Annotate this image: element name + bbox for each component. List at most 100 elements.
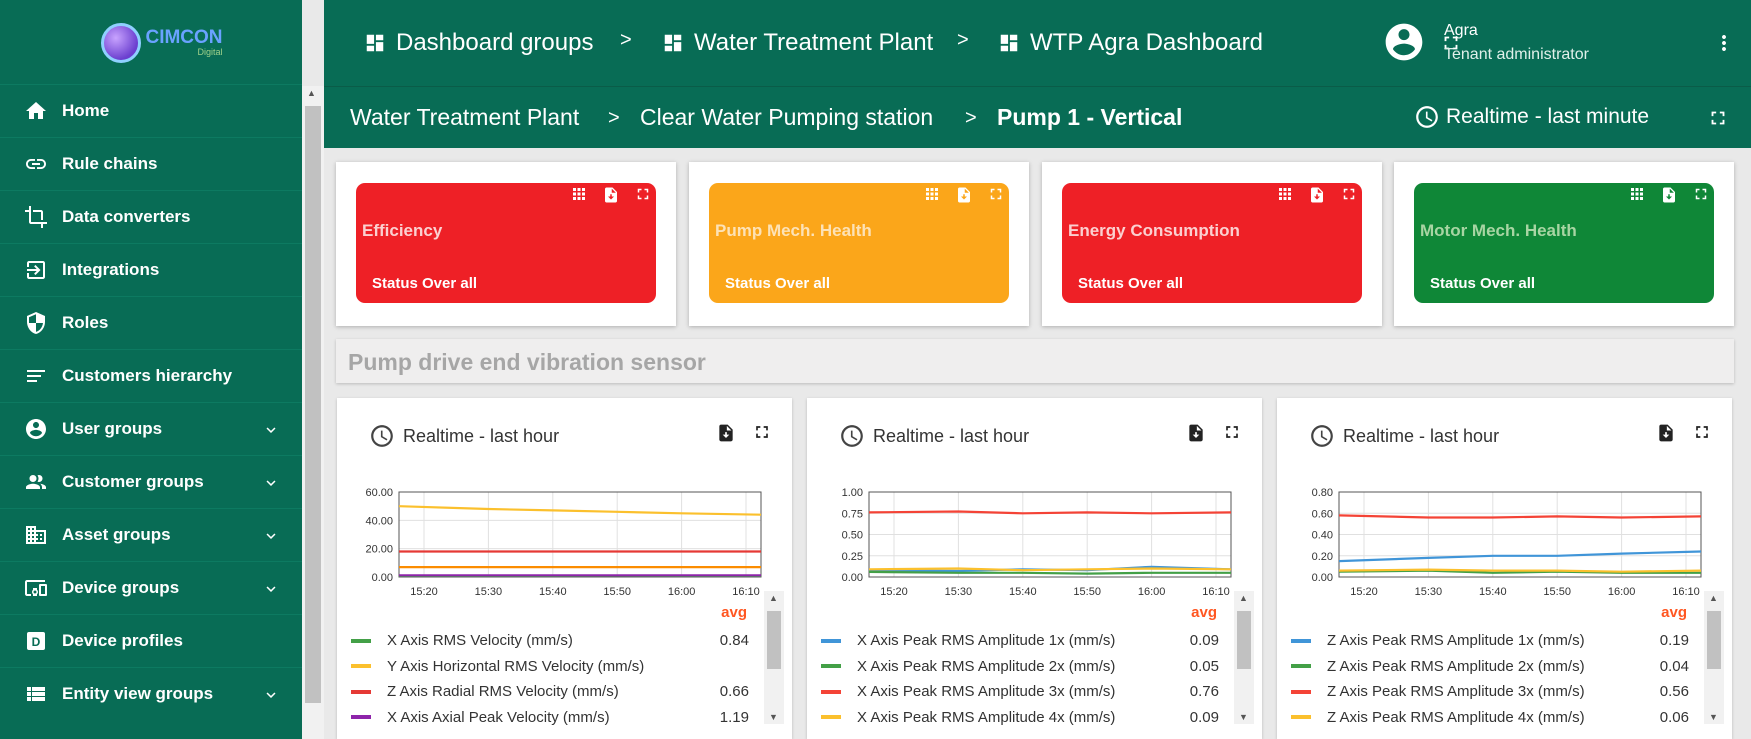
legend-scroll-thumb[interactable]: [1237, 611, 1251, 669]
sidebar-item-home[interactable]: Home: [0, 84, 302, 137]
sidebar-item-label: Customers hierarchy: [62, 366, 233, 385]
chevron-down-icon[interactable]: [262, 686, 280, 709]
chevron-down-icon[interactable]: [262, 580, 280, 603]
section-title: Pump drive end vibration sensor: [348, 349, 706, 375]
panel-timewindow[interactable]: Realtime - last hour: [1309, 423, 1499, 449]
legend-scroll-thumb[interactable]: [767, 611, 781, 669]
scroll-down-arrow[interactable]: ▼: [769, 712, 778, 722]
fullscreen-icon[interactable]: [987, 185, 1005, 203]
grid-icon[interactable]: [570, 185, 588, 203]
legend-item[interactable]: Z Axis Radial RMS Velocity (mm/s) 0.66: [351, 679, 749, 705]
grid-icon[interactable]: [1628, 185, 1646, 203]
panel-timewindow[interactable]: Realtime - last hour: [839, 423, 1029, 449]
chevron-down-icon[interactable]: [262, 527, 280, 550]
legend-scroll-thumb[interactable]: [1707, 611, 1721, 669]
legend-scrollbar[interactable]: ▲ ▼: [1704, 591, 1724, 724]
more-vert-icon[interactable]: [1712, 30, 1736, 56]
avg-column-header[interactable]: avg: [721, 604, 747, 621]
fullscreen-icon[interactable]: [752, 422, 772, 442]
grid-icon[interactable]: [923, 185, 941, 203]
x-tick-label: 16:00: [1138, 586, 1166, 598]
fullscreen-icon[interactable]: [1340, 185, 1358, 203]
status-indicator: Efficiency Status Over all: [356, 183, 656, 303]
state-crumb-water-treatment-plant[interactable]: Water Treatment Plant: [350, 104, 579, 131]
sidebar-item-asset-groups[interactable]: Asset groups: [0, 508, 302, 561]
scroll-up-arrow[interactable]: ▲: [1709, 593, 1718, 603]
sidebar-item-customers-hierarchy[interactable]: Customers hierarchy: [0, 349, 302, 402]
legend-swatch: [351, 638, 371, 643]
grid-icon[interactable]: [1276, 185, 1294, 203]
sidebar-scrollbar[interactable]: ▲: [302, 86, 324, 739]
legend-item[interactable]: X Axis Peak RMS Amplitude 2x (mm/s) 0.05: [821, 654, 1219, 680]
legend-item[interactable]: Z Axis Peak RMS Amplitude 3x (mm/s) 0.56: [1291, 679, 1689, 705]
scroll-up-arrow[interactable]: ▲: [307, 88, 316, 98]
export-file-icon[interactable]: [1656, 422, 1676, 444]
chevron-down-icon[interactable]: [262, 421, 280, 444]
x-tick-label: 15:30: [475, 586, 503, 598]
fullscreen-icon[interactable]: [1692, 422, 1712, 442]
card-title: Pump Mech. Health: [715, 221, 872, 240]
breadcrumb-dashboard-groups[interactable]: Dashboard groups: [364, 29, 593, 57]
export-file-icon[interactable]: [1660, 185, 1678, 205]
legend-scrollbar[interactable]: ▲ ▼: [764, 591, 784, 724]
state-crumb-clear-water-pumping[interactable]: Clear Water Pumping station: [640, 104, 933, 131]
home-icon: [22, 99, 50, 123]
legend-item[interactable]: Z Axis Peak RMS Amplitude 2x (mm/s) 0.04: [1291, 654, 1689, 680]
fullscreen-icon[interactable]: [1707, 107, 1729, 129]
account-icon: [22, 417, 50, 441]
export-file-icon[interactable]: [716, 422, 736, 444]
status-card-pump-mech-health: Pump Mech. Health Status Over all: [689, 162, 1029, 326]
rule-chains-icon: [22, 152, 50, 176]
legend-label: Z Axis Radial RMS Velocity (mm/s): [387, 683, 619, 701]
card-status: Status Over all: [372, 275, 478, 292]
breadcrumb-separator: >: [608, 107, 620, 129]
sidebar-item-customer-groups[interactable]: Customer groups: [0, 455, 302, 508]
account-circle-icon[interactable]: [1382, 20, 1426, 64]
x-tick-label: 15:50: [1543, 586, 1571, 598]
scroll-down-arrow[interactable]: ▼: [1709, 712, 1718, 722]
fullscreen-icon[interactable]: [1222, 422, 1242, 442]
legend-item[interactable]: X Axis Peak RMS Amplitude 4x (mm/s) 0.09: [821, 705, 1219, 731]
export-file-icon[interactable]: [955, 185, 973, 205]
panel-timewindow[interactable]: Realtime - last hour: [369, 423, 559, 449]
y-tick-label: 1.00: [842, 487, 863, 499]
svg-text:D: D: [32, 635, 41, 649]
chevron-down-icon[interactable]: [262, 474, 280, 497]
clock-icon: [371, 425, 393, 447]
sidebar-item-data-converters[interactable]: Data converters: [0, 190, 302, 243]
scroll-up-arrow[interactable]: ▲: [769, 593, 778, 603]
legend-item[interactable]: X Axis Peak RMS Amplitude 3x (mm/s) 0.76: [821, 679, 1219, 705]
legend-label: X Axis Peak RMS Amplitude 2x (mm/s): [857, 657, 1116, 675]
breadcrumb-water-treatment-plant[interactable]: Water Treatment Plant: [662, 29, 933, 57]
legend-scrollbar[interactable]: ▲ ▼: [1234, 591, 1254, 724]
fullscreen-icon[interactable]: [634, 185, 652, 203]
export-file-icon[interactable]: [602, 185, 620, 205]
export-file-icon[interactable]: [1186, 422, 1206, 444]
sidebar-scroll-thumb[interactable]: [305, 106, 321, 703]
avg-column-header[interactable]: avg: [1661, 604, 1687, 621]
legend-item[interactable]: X Axis RMS Velocity (mm/s) 0.84: [351, 628, 749, 654]
sidebar-item-rule-chains[interactable]: Rule chains: [0, 137, 302, 190]
timewindow-button[interactable]: Realtime - last minute: [1414, 104, 1649, 130]
legend-item[interactable]: Y Axis Horizontal RMS Velocity (mm/s): [351, 654, 749, 680]
sidebar-item-roles[interactable]: Roles: [0, 296, 302, 349]
sidebar-item-user-groups[interactable]: User groups: [0, 402, 302, 455]
legend-item[interactable]: X Axis Axial Peak Velocity (mm/s) 1.19: [351, 705, 749, 731]
sidebar-item-integrations[interactable]: Integrations: [0, 243, 302, 296]
sidebar-item-device-profiles[interactable]: D Device profiles: [0, 614, 302, 667]
x-tick-label: 15:50: [1073, 586, 1101, 598]
sidebar-item-device-groups[interactable]: Device groups: [0, 561, 302, 614]
legend-item[interactable]: X Axis Peak RMS Amplitude 1x (mm/s) 0.09: [821, 628, 1219, 654]
logo[interactable]: CIMCON Digital: [0, 0, 324, 86]
export-file-icon[interactable]: [1308, 185, 1326, 205]
card-tools: [1276, 185, 1358, 205]
scroll-down-arrow[interactable]: ▼: [1239, 712, 1248, 722]
fullscreen-icon[interactable]: [1692, 185, 1710, 203]
avg-column-header[interactable]: avg: [1191, 604, 1217, 621]
series-line: [398, 505, 762, 516]
legend-item[interactable]: Z Axis Peak RMS Amplitude 4x (mm/s) 0.06: [1291, 705, 1689, 731]
sidebar-item-entity-view-groups[interactable]: Entity view groups: [0, 667, 302, 720]
legend-item[interactable]: Z Axis Peak RMS Amplitude 1x (mm/s) 0.19: [1291, 628, 1689, 654]
scroll-up-arrow[interactable]: ▲: [1239, 593, 1248, 603]
legend-avg-value: 0.09: [1189, 708, 1219, 726]
